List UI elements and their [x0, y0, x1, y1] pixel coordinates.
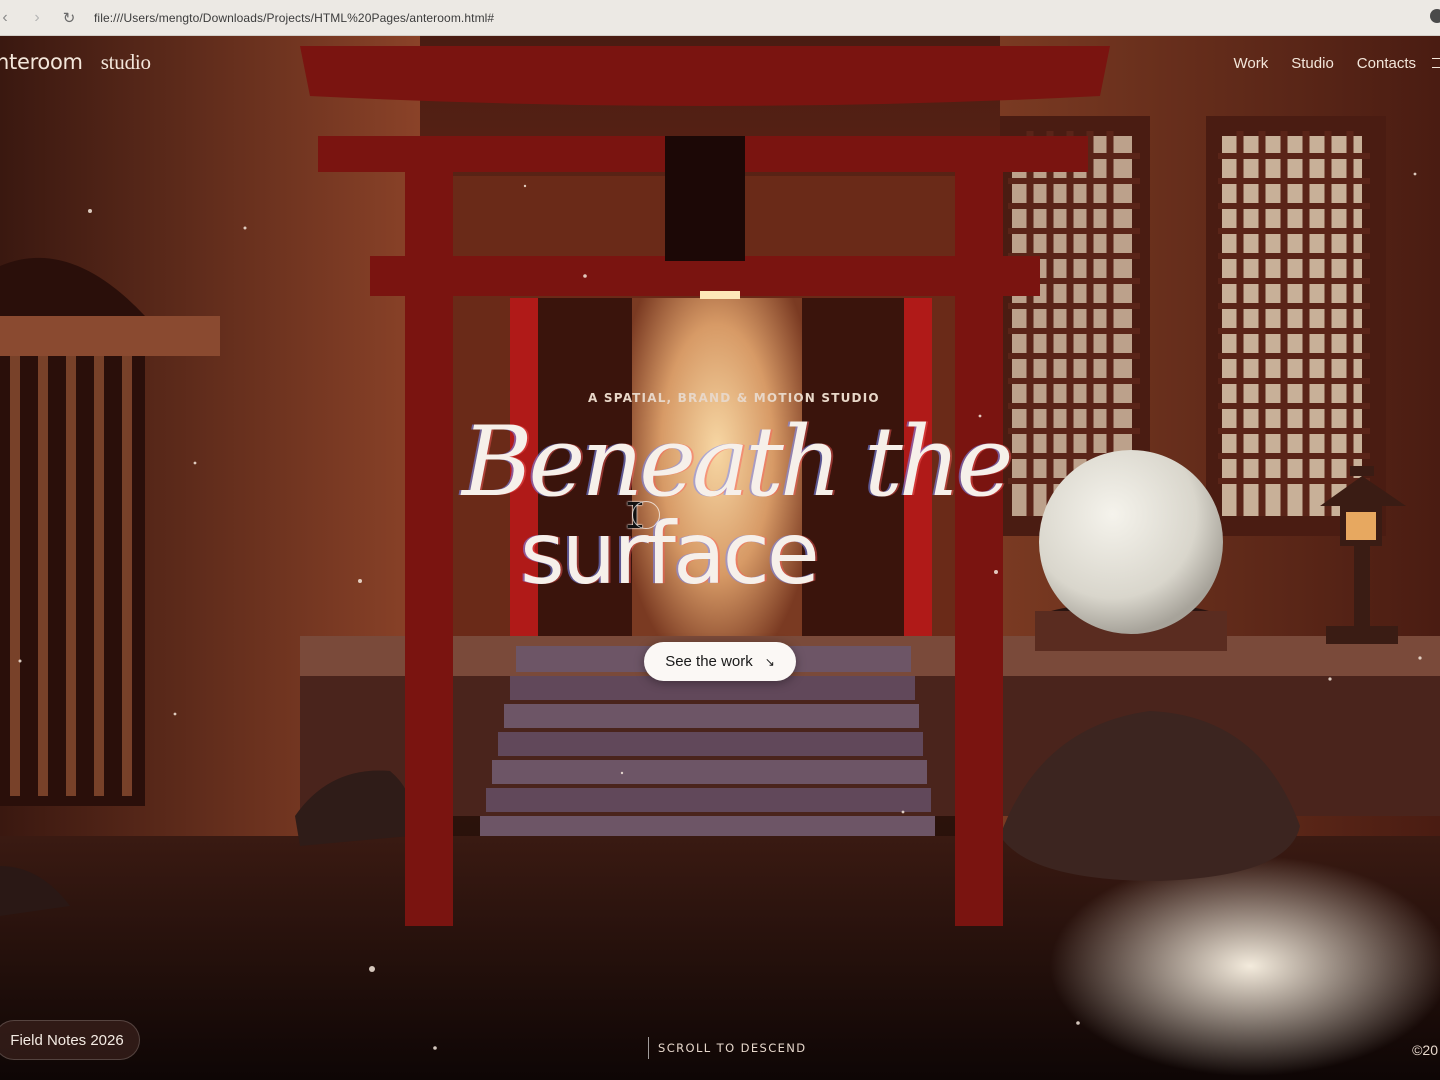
reload-icon[interactable]: ↻ [56, 5, 82, 31]
cursor-ring [632, 501, 660, 529]
copyright: ©20 [1412, 1042, 1438, 1058]
browser-toolbar: ‹ › ↻ file:///Users/mengto/Downloads/Pro… [0, 0, 1440, 36]
top-nav: Work Studio Contacts [1234, 55, 1416, 72]
address-bar[interactable]: file:///Users/mengto/Downloads/Projects/… [94, 11, 494, 25]
nav-work[interactable]: Work [1234, 55, 1269, 72]
forward-icon[interactable]: › [24, 5, 50, 31]
chat-icon[interactable] [1430, 9, 1440, 23]
scroll-hint-label: SCROLL TO DESCEND [658, 1041, 807, 1055]
nav-contacts[interactable]: Contacts [1357, 55, 1416, 72]
cta-label: See the work [665, 653, 753, 670]
nav-studio[interactable]: Studio [1291, 55, 1334, 72]
hero-eyebrow: A SPATIAL, BRAND & MOTION STUDIO [588, 391, 880, 405]
brand-logo[interactable]: nteroom studio [0, 50, 151, 75]
brand-subtitle: studio [100, 50, 151, 74]
hero-title-line2: surface [520, 504, 820, 604]
scroll-hint[interactable]: SCROLL TO DESCEND [648, 1037, 807, 1059]
hero-title-line1: Beneath the [462, 406, 1013, 518]
scroll-line [648, 1037, 649, 1059]
hero-scene: nteroom studio Work Studio Contacts A SP… [0, 36, 1440, 1080]
menu-icon[interactable] [1432, 58, 1440, 68]
arrow-down-right-icon: ↘ [764, 654, 775, 669]
back-icon[interactable]: ‹ [0, 5, 18, 31]
brand-name: nteroom [0, 50, 83, 74]
field-notes-button[interactable]: Field Notes 2026 [0, 1020, 140, 1060]
see-the-work-button[interactable]: See the work ↘ [644, 642, 796, 681]
